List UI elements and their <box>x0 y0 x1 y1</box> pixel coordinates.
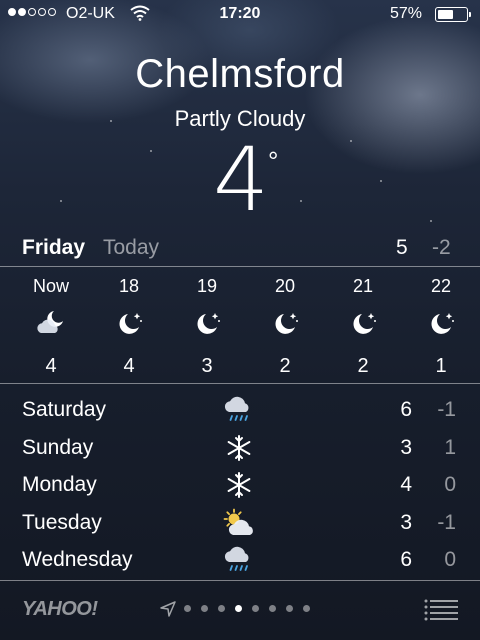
hour-label: 20 <box>274 276 296 296</box>
clear-night-icon <box>425 309 457 337</box>
yahoo-logo[interactable]: YAHOO! <box>22 598 98 621</box>
daily-row: Sunday 3 1 <box>0 430 480 466</box>
degree-symbol: ° <box>268 146 279 176</box>
current-temperature-value: 4 <box>213 128 269 231</box>
clear-night-icon <box>347 309 379 337</box>
divider <box>0 383 480 384</box>
hourly-forecast[interactable]: Now 4 18 4 19 3 20 2 21 2 22 1 <box>0 270 480 382</box>
hour-label: 18 <box>118 276 140 296</box>
page-dot[interactable] <box>201 605 208 612</box>
clear-night-icon <box>191 309 223 337</box>
hour-temp: 2 <box>279 355 291 377</box>
day-low: 0 <box>444 548 456 571</box>
page-dot[interactable] <box>235 605 242 612</box>
divider <box>0 266 480 267</box>
page-dot[interactable] <box>252 605 259 612</box>
hour-temp: 3 <box>201 355 213 377</box>
day-high: 3 <box>400 435 412 459</box>
hour-temp: 4 <box>45 355 57 377</box>
divider <box>0 580 480 581</box>
page-dot[interactable] <box>286 605 293 612</box>
rain-icon <box>222 545 256 575</box>
hourly-item: 18 4 <box>90 270 168 378</box>
battery-percentage: 57% <box>389 5 422 22</box>
battery-icon <box>435 7 471 22</box>
today-summary: Friday Today 5 -2 <box>0 232 480 264</box>
city-name: Chelmsford <box>135 52 345 96</box>
hourly-item: 19 3 <box>168 270 246 378</box>
hour-label: 21 <box>352 276 374 296</box>
clear-night-icon <box>269 309 301 337</box>
today-label: Today <box>103 236 160 259</box>
footer-toolbar: YAHOO! <box>0 582 480 640</box>
snow-icon <box>222 470 256 500</box>
hour-label: Now <box>32 276 69 296</box>
daily-row: Saturday 6 -1 <box>0 392 480 428</box>
hourly-item: Now 4 <box>12 270 90 378</box>
page-dot[interactable] <box>269 605 276 612</box>
day-low: 1 <box>444 435 456 459</box>
daily-row: Monday 4 0 <box>0 467 480 503</box>
hour-temp: 1 <box>435 355 447 377</box>
partly-cloudy-night-icon <box>35 309 67 337</box>
page-dot[interactable] <box>184 605 191 612</box>
daily-row: Tuesday 3 -1 <box>0 505 480 541</box>
list-icon[interactable] <box>424 599 458 621</box>
page-indicator[interactable] <box>184 605 310 612</box>
hourly-item: 22 1 <box>402 270 480 378</box>
day-high: 4 <box>400 473 412 496</box>
current-temperature: 4 ° <box>0 136 480 224</box>
day-low: 0 <box>444 473 456 496</box>
hour-label: 22 <box>430 276 452 296</box>
hourly-item: 20 2 <box>246 270 324 378</box>
hour-temp: 4 <box>123 355 135 377</box>
location-arrow-icon[interactable] <box>160 601 176 617</box>
hourly-item: 21 2 <box>324 270 402 378</box>
today-low: -2 <box>432 236 451 259</box>
clear-night-icon <box>113 309 145 337</box>
page-dot[interactable] <box>218 605 225 612</box>
day-low: -1 <box>437 510 456 534</box>
day-name: Tuesday <box>22 510 102 534</box>
page-dot[interactable] <box>303 605 310 612</box>
day-high: 6 <box>400 398 412 421</box>
day-name: Monday <box>22 473 97 496</box>
today-high: 5 <box>396 236 408 259</box>
day-low: -1 <box>437 398 456 421</box>
day-high: 3 <box>400 510 412 534</box>
hour-label: 19 <box>196 276 218 296</box>
rain-icon <box>222 395 256 425</box>
hour-temp: 2 <box>357 355 369 377</box>
status-bar: O2-UK 17:20 57% <box>0 0 480 28</box>
day-name: Saturday <box>22 398 107 421</box>
snow-icon <box>222 433 256 463</box>
today-day: Friday <box>22 236 86 259</box>
daily-row: Wednesday 6 0 <box>0 542 480 578</box>
day-name: Wednesday <box>22 548 133 571</box>
day-high: 6 <box>400 548 412 571</box>
day-name: Sunday <box>22 435 94 459</box>
partly-sunny-icon <box>222 508 256 538</box>
